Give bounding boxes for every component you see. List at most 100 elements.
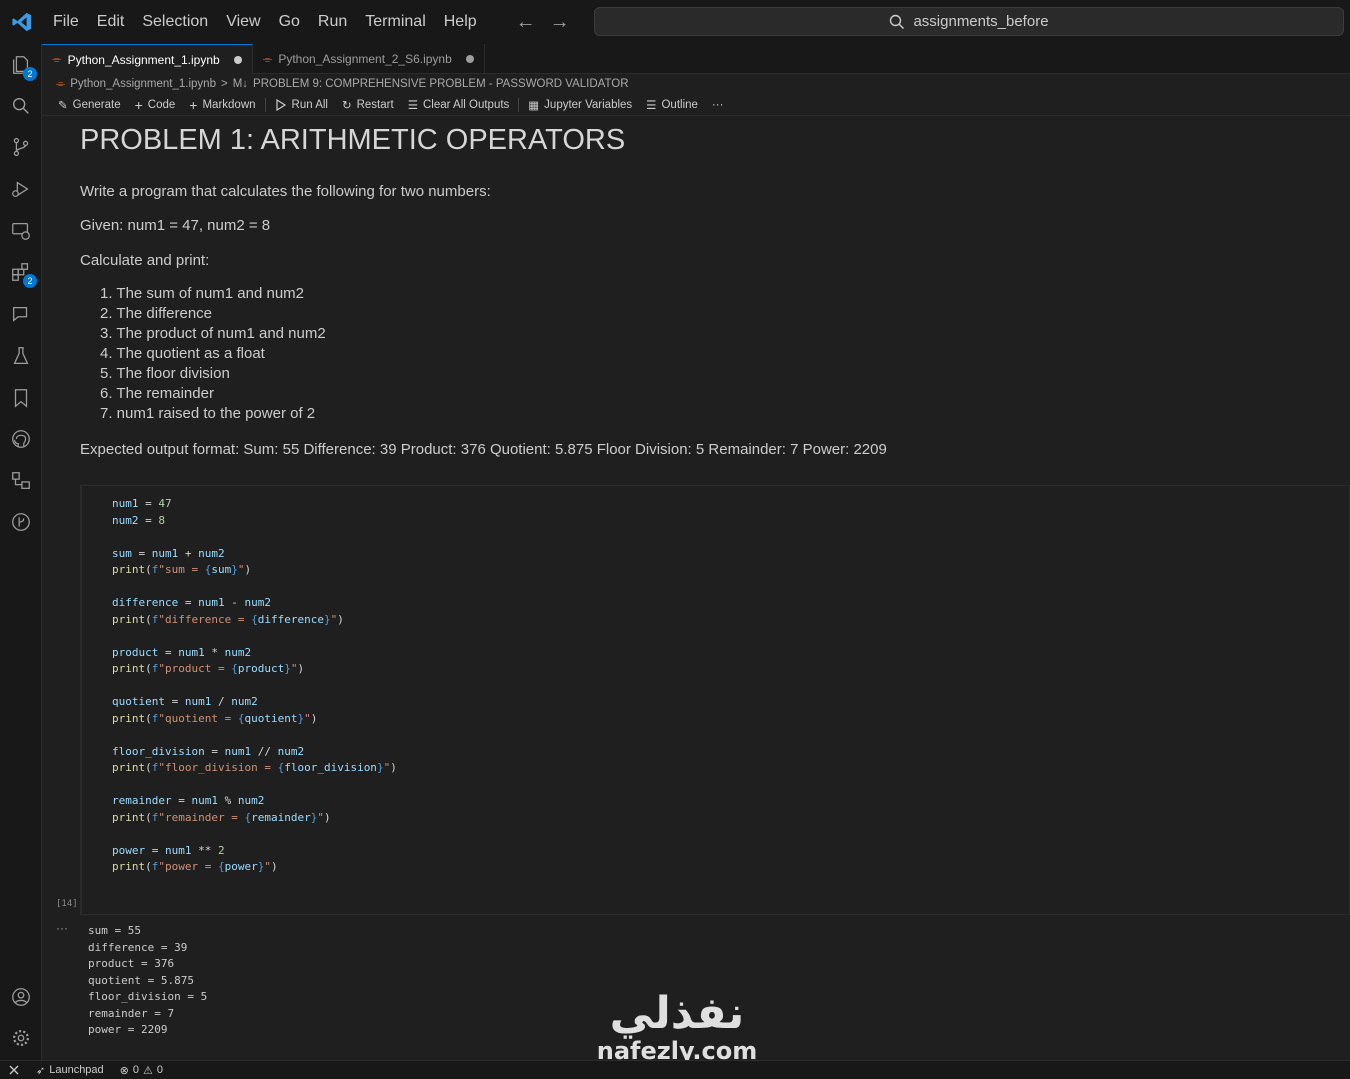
list-item: 3. The product of num1 and num2 [100, 325, 326, 342]
run-debug-icon[interactable] [9, 177, 33, 201]
jupyter-variables-button[interactable]: ▦ Jupyter Variables [521, 98, 639, 112]
calculate-label: Calculate and print: [80, 252, 210, 269]
tab-python-assignment-2[interactable]: ⌯ Python_Assignment_2_S6.ipynb [253, 44, 485, 74]
error-count: 0 [132, 1064, 140, 1076]
tab-python-assignment-1[interactable]: ⌯ Python_Assignment_1.ipynb [42, 44, 253, 74]
list-item: 6. The remainder [100, 385, 214, 402]
toolbar-divider [264, 97, 266, 112]
outline-button[interactable]: ☰ Outline [639, 98, 705, 112]
warning-icon: ⚠ [143, 1064, 153, 1077]
source-control-icon[interactable] [9, 135, 33, 159]
output-line: difference = 39 [88, 940, 188, 954]
output-line: power = 2209 [88, 1023, 168, 1036]
problem-heading: PROBLEM 1: ARITHMETIC OPERATORS [80, 124, 626, 156]
search-text: assignments_before [913, 13, 1049, 30]
generate-button[interactable]: ✎ Generate [51, 98, 128, 112]
search-sidebar-icon[interactable] [9, 94, 33, 118]
more-actions-button[interactable]: ··· [705, 99, 731, 111]
cell-output: sum = 55 difference = 39 product = 376 quot… [88, 923, 207, 1039]
outline-label: Outline [661, 98, 698, 111]
task-list: 1. The sum of num1 and num2 2. The diffe… [100, 284, 326, 424]
menu-edit[interactable]: Edit [88, 0, 134, 44]
remote-indicator-icon[interactable] [0, 1061, 28, 1079]
command-center-search[interactable]: assignments_before [594, 7, 1344, 36]
rocket-icon: ➶ [36, 1064, 46, 1077]
clear-outputs-icon: ☰ [407, 99, 418, 112]
timeline-icon[interactable] [9, 510, 33, 534]
breadcrumb-section[interactable]: PROBLEM 9: COMPREHENSIVE PROBLEM - PASSW… [253, 78, 629, 90]
output-line: floor_division = 5 [88, 990, 208, 1003]
clear-outputs-label: Clear All Outputs [423, 98, 510, 111]
jupyter-file-icon: ⌯ [56, 77, 66, 90]
breadcrumb: ⌯ Python_Assignment_1.ipynb > M↓ PROBLEM… [42, 74, 1350, 94]
menu-go[interactable]: Go [270, 0, 309, 44]
list-item: 7. num1 raised to the power of 2 [100, 405, 316, 422]
output-line: sum = 55 [88, 924, 141, 937]
notebook-editor: PROBLEM 1: ARITHMETIC OPERATORS Write a … [42, 117, 1350, 1060]
add-code-button[interactable]: + Code [128, 97, 183, 113]
output-actions-icon[interactable]: ··· [56, 921, 68, 935]
forward-arrow-icon[interactable]: → [550, 11, 570, 34]
given-values: Given: num1 = 47, num2 = 8 [80, 217, 271, 234]
bookmark-icon[interactable] [9, 386, 33, 410]
markdown-cell[interactable]: PROBLEM 1: ARITHMETIC OPERATORS Write a … [80, 117, 1280, 458]
generate-label: Generate [72, 98, 121, 111]
chat-icon[interactable] [9, 302, 33, 326]
breadcrumb-separator: > [220, 78, 228, 90]
account-icon[interactable] [9, 985, 33, 1009]
list-item: 1. The sum of num1 and num2 [100, 285, 305, 302]
gear-icon[interactable] [9, 1026, 33, 1050]
status-bar: ➶ Launchpad ⊗ 0 ⚠ 0 [0, 1060, 1350, 1079]
problem-intro: Write a program that calculates the foll… [80, 183, 491, 200]
extensions-icon[interactable]: 2 [9, 260, 37, 288]
run-all-icon [275, 98, 286, 111]
menu-help[interactable]: Help [435, 0, 486, 44]
unsaved-dot-icon[interactable] [233, 55, 242, 64]
testing-flask-icon[interactable] [9, 344, 33, 368]
search-icon [890, 14, 905, 29]
code-editor[interactable]: num1 = 47 num2 = 8 sum = num1 + num2 pri… [112, 496, 397, 876]
editor-tabs: ⌯ Python_Assignment_1.ipynb ⌯ Python_Ass… [42, 44, 1350, 74]
menu-file[interactable]: File [44, 0, 88, 44]
markdown-label: Markdown [202, 98, 256, 111]
explorer-icon[interactable]: 2 [9, 53, 37, 81]
tab-label: Python_Assignment_1.ipynb [67, 52, 220, 67]
restart-button[interactable]: ↻ Restart [335, 98, 401, 112]
list-item: 4. The quotient as a float [100, 345, 265, 362]
code-label: Code [147, 98, 176, 111]
plus-icon: + [134, 96, 143, 113]
breadcrumb-file[interactable]: Python_Assignment_1.ipynb [70, 78, 216, 90]
menu-view[interactable]: View [217, 0, 269, 44]
execution-count: [14] [56, 899, 78, 909]
jupyter-file-icon: ⌯ [52, 52, 62, 66]
nafezly-watermark: نفذلي nafezly.com [592, 988, 762, 1065]
output-line: product = 376 [88, 957, 175, 970]
run-all-button[interactable]: Run All [268, 98, 335, 111]
add-markdown-button[interactable]: + Markdown [182, 97, 262, 113]
watermark-arabic: نفذلي [609, 988, 745, 1039]
remote-explorer-icon[interactable] [9, 219, 33, 243]
run-all-label: Run All [291, 98, 328, 111]
problems-indicator[interactable]: ⊗ 0 ⚠ 0 [112, 1064, 171, 1077]
restart-label: Restart [356, 98, 394, 111]
clear-all-outputs-button[interactable]: ☰ Clear All Outputs [401, 98, 517, 112]
error-icon: ⊗ [119, 1064, 129, 1077]
jupyter-variables-sidebar-icon[interactable] [9, 469, 33, 493]
code-cell[interactable]: num1 = 47 num2 = 8 sum = num1 + num2 pri… [80, 485, 1350, 915]
output-line: remainder = 7 [88, 1006, 175, 1020]
launchpad-button[interactable]: ➶ Launchpad [28, 1064, 112, 1077]
unsaved-dot-icon[interactable] [465, 55, 474, 63]
github-icon[interactable] [9, 427, 33, 451]
jupyter-file-icon: ⌯ [262, 51, 273, 66]
back-arrow-icon[interactable]: ← [516, 11, 536, 34]
launchpad-label: Launchpad [49, 1064, 104, 1076]
menu-run[interactable]: Run [309, 0, 356, 44]
sparkle-icon: ✎ [58, 99, 68, 112]
menu-selection[interactable]: Selection [133, 0, 217, 44]
explorer-badge: 2 [23, 67, 37, 81]
menu-bar: File Edit Selection View Go Run Terminal… [44, 0, 486, 44]
restart-icon: ↻ [341, 99, 352, 112]
list-item: 5. The floor division [100, 365, 230, 382]
menu-terminal[interactable]: Terminal [356, 0, 434, 44]
jupyter-variables-label: Jupyter Variables [544, 98, 633, 111]
